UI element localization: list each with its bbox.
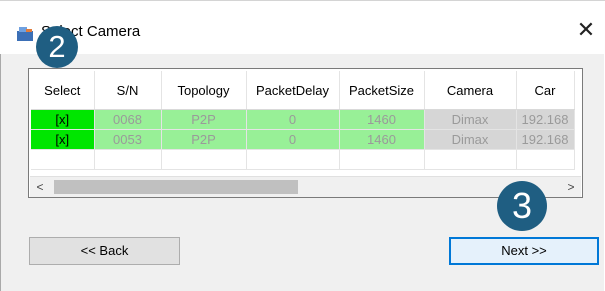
empty-cell	[161, 149, 247, 170]
column-header-topology[interactable]: Topology	[161, 71, 247, 110]
packetdelay-cell: 0	[246, 129, 340, 150]
empty-cell	[31, 149, 95, 170]
empty-cell	[339, 149, 425, 170]
table-row[interactable]: [x] 0053 P2P 0 1460 Dimax 192.168	[31, 129, 575, 150]
sn-cell: 0068	[94, 109, 162, 130]
camera-app-icon	[17, 27, 33, 41]
column-header-sn[interactable]: S/N	[94, 71, 162, 110]
packetsize-cell: 1460	[339, 129, 425, 150]
empty-cell	[94, 149, 162, 170]
table-row[interactable]: [x] 0068 P2P 0 1460 Dimax 192.168	[31, 109, 575, 130]
next-button[interactable]: Next >>	[449, 237, 599, 265]
column-header-camera-ip[interactable]: Car	[516, 71, 575, 110]
step-3-badge: 3	[497, 181, 547, 231]
column-header-select[interactable]: Select	[31, 71, 95, 110]
top-separator	[0, 0, 605, 1]
topology-cell: P2P	[161, 109, 247, 130]
empty-cell	[424, 149, 517, 170]
column-header-packetdelay[interactable]: PacketDelay	[246, 71, 340, 110]
close-icon[interactable]: ✕	[575, 20, 597, 42]
column-header-packetsize[interactable]: PacketSize	[339, 71, 425, 110]
camera-ip-cell: 192.168	[516, 129, 575, 150]
empty-cell	[516, 149, 575, 170]
packetdelay-cell: 0	[246, 109, 340, 130]
horizontal-scrollbar[interactable]: < >	[30, 176, 581, 197]
step-2-badge: 2	[36, 26, 78, 68]
sn-cell: 0053	[94, 129, 162, 150]
back-button[interactable]: << Back	[29, 237, 180, 265]
empty-row	[31, 149, 575, 170]
select-cell[interactable]: [x]	[31, 129, 95, 150]
title-bar: Select Camera ✕	[0, 4, 604, 54]
scroll-right-icon[interactable]: >	[561, 177, 581, 197]
empty-cell	[246, 149, 340, 170]
camera-table: Select S/N Topology PacketDelay PacketSi…	[31, 71, 575, 170]
camera-cell: Dimax	[424, 109, 517, 130]
scrollbar-thumb[interactable]	[54, 180, 298, 194]
topology-cell: P2P	[161, 129, 247, 150]
column-header-camera[interactable]: Camera	[424, 71, 517, 110]
scroll-left-icon[interactable]: <	[30, 177, 50, 197]
table-header-row: Select S/N Topology PacketDelay PacketSi…	[31, 71, 575, 110]
camera-ip-cell: 192.168	[516, 109, 575, 130]
camera-cell: Dimax	[424, 129, 517, 150]
packetsize-cell: 1460	[339, 109, 425, 130]
select-cell[interactable]: [x]	[31, 109, 95, 130]
